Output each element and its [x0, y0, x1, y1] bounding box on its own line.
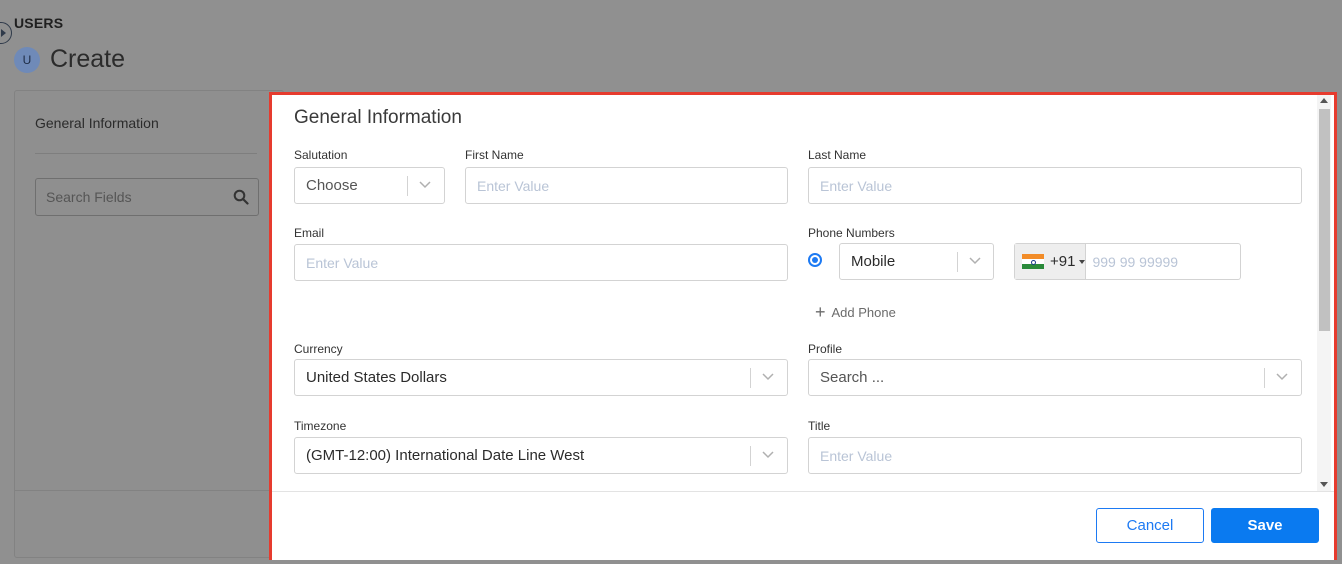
salutation-select[interactable]: Choose [294, 167, 445, 204]
last-name-field[interactable] [808, 167, 1302, 204]
divider [15, 490, 283, 491]
phone-type-value: Mobile [851, 253, 896, 270]
country-code-value: +91 [1050, 253, 1076, 270]
first-name-label: First Name [465, 148, 524, 162]
chevron-down-icon [762, 451, 774, 459]
primary-phone-radio[interactable] [808, 253, 822, 267]
chevron-down-icon [1276, 373, 1288, 381]
modal-footer: Cancel Save [272, 491, 1334, 560]
divider [750, 446, 751, 466]
page-header: U Create [14, 45, 125, 74]
title-label: Title [808, 419, 831, 433]
profile-select[interactable]: Search ... [808, 359, 1302, 396]
section-title: General Information [294, 107, 462, 128]
phone-type-select[interactable]: Mobile [839, 243, 994, 280]
country-code-select[interactable]: +91 [1015, 244, 1087, 279]
sidebar-expand-button[interactable] [0, 22, 12, 44]
india-flag-icon [1022, 254, 1044, 269]
title-input[interactable] [820, 447, 1301, 464]
profile-placeholder: Search ... [820, 369, 885, 386]
cancel-button[interactable]: Cancel [1096, 508, 1204, 543]
timezone-value: (GMT-12:00) International Date Line West [306, 447, 585, 464]
divider [35, 153, 257, 154]
modal-body: General Information Salutation Choose Fi… [272, 95, 1316, 491]
title-field[interactable] [808, 437, 1302, 474]
search-fields-placeholder: Search Fields [46, 189, 132, 205]
chevron-down-icon [969, 257, 981, 265]
save-button[interactable]: Save [1211, 508, 1319, 543]
salutation-value: Choose [306, 177, 358, 194]
scroll-down-arrow-icon[interactable] [1320, 482, 1328, 487]
first-name-input[interactable] [477, 177, 787, 194]
search-fields-input[interactable]: Search Fields [35, 178, 259, 216]
module-label: USERS [14, 15, 64, 31]
timezone-label: Timezone [294, 419, 347, 433]
profile-label: Profile [808, 342, 843, 356]
email-field[interactable] [294, 244, 788, 281]
field-navigator-panel: General Information Search Fields [14, 90, 284, 558]
divider [750, 368, 751, 388]
divider [1264, 368, 1265, 388]
phone-number-field[interactable]: +91 [1014, 243, 1274, 280]
create-user-modal: General Information Salutation Choose Fi… [269, 92, 1337, 560]
first-name-field[interactable] [465, 167, 788, 204]
phone-number-input[interactable] [1086, 244, 1274, 279]
last-name-input[interactable] [820, 177, 1301, 194]
chevron-down-icon [419, 181, 431, 189]
scrollbar-thumb[interactable] [1319, 109, 1330, 331]
email-input[interactable] [306, 254, 787, 271]
phone-numbers-label: Phone Numbers [808, 226, 895, 240]
divider [407, 176, 408, 196]
chevron-right-icon [1, 29, 6, 37]
add-phone-label: Add Phone [831, 304, 896, 320]
plus-icon: + [815, 302, 826, 322]
currency-select[interactable]: United States Dollars [294, 359, 788, 396]
salutation-label: Salutation [294, 148, 348, 162]
sidebar-item-general-information[interactable]: General Information [35, 115, 159, 131]
currency-label: Currency [294, 342, 343, 356]
vertical-scrollbar[interactable] [1317, 95, 1331, 491]
divider [957, 252, 958, 272]
currency-value: United States Dollars [306, 369, 447, 386]
scroll-up-arrow-icon[interactable] [1320, 98, 1328, 103]
page-title: Create [50, 45, 126, 73]
email-label: Email [294, 226, 325, 240]
chevron-down-icon [762, 373, 774, 381]
avatar: U [14, 46, 40, 73]
add-phone-button[interactable]: + Add Phone [815, 303, 896, 321]
caret-down-icon [1079, 259, 1086, 264]
last-name-label: Last Name [808, 148, 867, 162]
timezone-select[interactable]: (GMT-12:00) International Date Line West [294, 437, 788, 474]
search-icon [233, 189, 249, 205]
